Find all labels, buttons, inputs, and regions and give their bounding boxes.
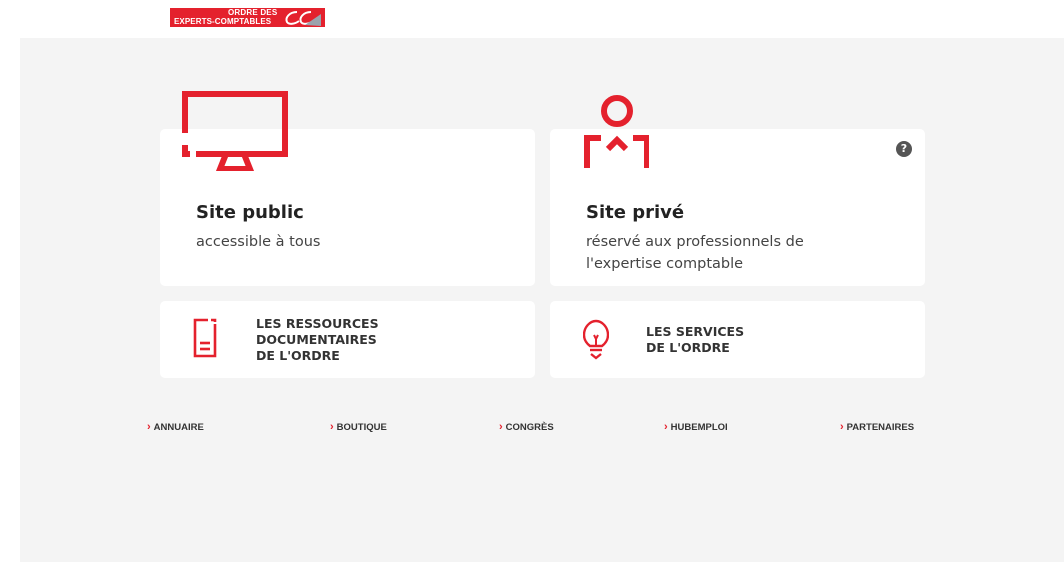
link-congres[interactable]: › CONGRÈS — [499, 421, 554, 433]
ressources-line2: DOCUMENTAIRES — [256, 332, 377, 347]
document-icon — [193, 318, 217, 358]
services-line1: LES SERVICES — [646, 324, 745, 339]
logo-line2: EXPERTS-COMPTABLES — [174, 17, 272, 26]
ressources-card[interactable]: LES RESSOURCES DOCUMENTAIRES DE L'ORDRE — [160, 301, 535, 378]
link-boutique[interactable]: › BOUTIQUE — [330, 421, 387, 433]
main-panel: Site public accessible à tous Site privé… — [20, 38, 1064, 562]
site-prive-subtitle-line1: réservé aux professionnels de — [586, 234, 804, 250]
ressources-line3: DE L'ORDRE — [256, 348, 340, 363]
chevron-right-icon: › — [499, 421, 503, 433]
logo[interactable]: ORDRE DES EXPERTS-COMPTABLES — [170, 8, 325, 27]
help-icon[interactable]: ? — [896, 141, 912, 157]
monitor-icon — [182, 91, 288, 171]
site-public-title: Site public — [196, 202, 304, 223]
chevron-right-icon: › — [330, 421, 334, 433]
services-card[interactable]: LES SERVICES DE L'ORDRE — [550, 301, 925, 378]
chevron-right-icon: › — [147, 421, 151, 433]
link-annuaire-label: ANNUAIRE — [153, 422, 204, 433]
logo-line1: ORDRE DES — [228, 8, 278, 17]
site-prive-title: Site privé — [586, 202, 685, 223]
link-congres-label: CONGRÈS — [505, 422, 554, 433]
link-hubemploi[interactable]: › HUBEMPLOI — [664, 421, 728, 433]
ressources-line1: LES RESSOURCES — [256, 316, 379, 331]
link-hubemploi-label: HUBEMPLOI — [670, 422, 728, 433]
link-partenaires[interactable]: › PARTENAIRES — [840, 421, 914, 433]
link-annuaire[interactable]: › ANNUAIRE — [147, 421, 204, 433]
link-boutique-label: BOUTIQUE — [336, 422, 387, 433]
services-line2: DE L'ORDRE — [646, 340, 730, 355]
quick-links: › ANNUAIRE › BOUTIQUE › CONGRÈS › HUBEMPLOI … — [20, 421, 1064, 435]
logo-mark-icon — [285, 11, 321, 26]
link-partenaires-label: PARTENAIRES — [846, 422, 915, 433]
chevron-right-icon: › — [664, 421, 668, 433]
lightbulb-icon — [583, 319, 609, 360]
chevron-right-icon: › — [840, 421, 844, 433]
site-prive-subtitle-line2: l'expertise comptable — [586, 256, 744, 272]
site-public-subtitle: accessible à tous — [196, 234, 321, 250]
person-icon — [584, 95, 649, 168]
